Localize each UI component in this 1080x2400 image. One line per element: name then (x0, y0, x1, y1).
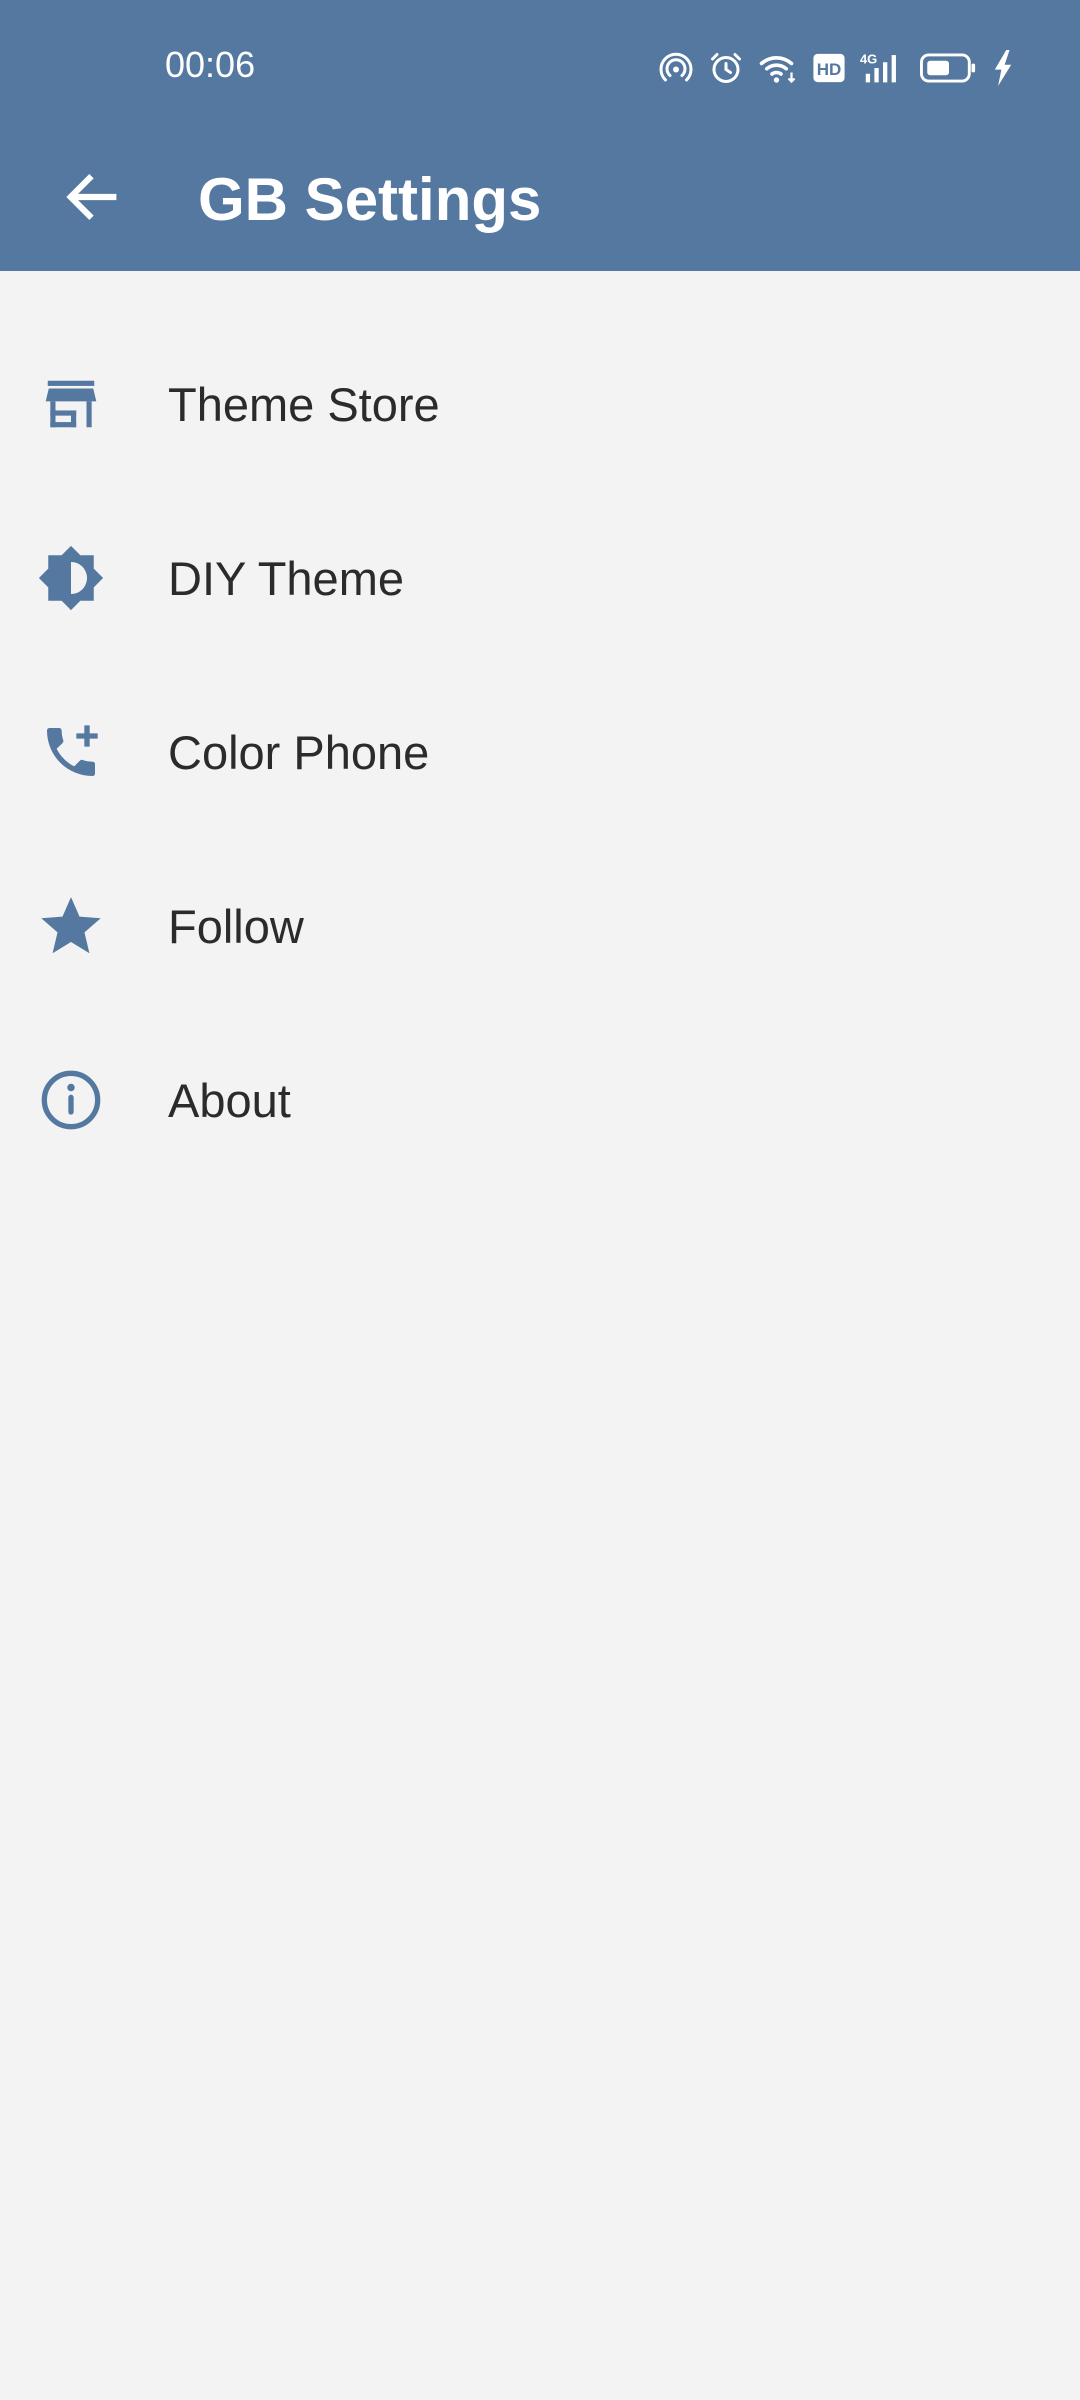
hotspot-icon (659, 52, 693, 82)
brightness-icon (36, 543, 106, 613)
status-icons: HD 4G (658, 48, 1014, 88)
menu-item-about[interactable]: About (0, 1013, 1080, 1187)
back-button[interactable] (40, 145, 144, 249)
menu-item-color-phone[interactable]: Color Phone (0, 665, 1080, 839)
menu-item-label: Follow (168, 899, 304, 953)
status-time: 00:06 (165, 44, 256, 85)
add-call-icon (36, 717, 106, 787)
svg-text:4G: 4G (860, 52, 877, 67)
svg-text:HD: HD (817, 60, 842, 79)
charging-icon (994, 50, 1012, 86)
menu-item-label: About (168, 1073, 291, 1127)
status-bar: 00:06 HD 4G (0, 0, 1080, 135)
menu-item-label: Theme Store (168, 377, 440, 431)
app-bar: 00:06 HD 4G GB Settings (0, 0, 1080, 271)
info-icon (36, 1065, 106, 1135)
signal-4g-icon: 4G (860, 52, 896, 83)
settings-menu: Theme Store DIY Theme Color Phone Follow (0, 317, 1080, 1187)
toolbar: GB Settings (0, 135, 1080, 271)
store-icon (36, 369, 106, 439)
star-icon (36, 891, 106, 961)
hd-icon: HD (813, 53, 845, 83)
menu-item-theme-store[interactable]: Theme Store (0, 317, 1080, 491)
menu-item-follow[interactable]: Follow (0, 839, 1080, 1013)
menu-item-label: DIY Theme (168, 551, 404, 605)
page-title: GB Settings (198, 166, 542, 233)
wifi-icon (759, 56, 796, 84)
menu-item-label: Color Phone (168, 725, 430, 779)
menu-item-diy-theme[interactable]: DIY Theme (0, 491, 1080, 665)
alarm-icon (711, 53, 741, 83)
battery-icon (920, 53, 976, 83)
arrow-back-icon (66, 173, 117, 221)
